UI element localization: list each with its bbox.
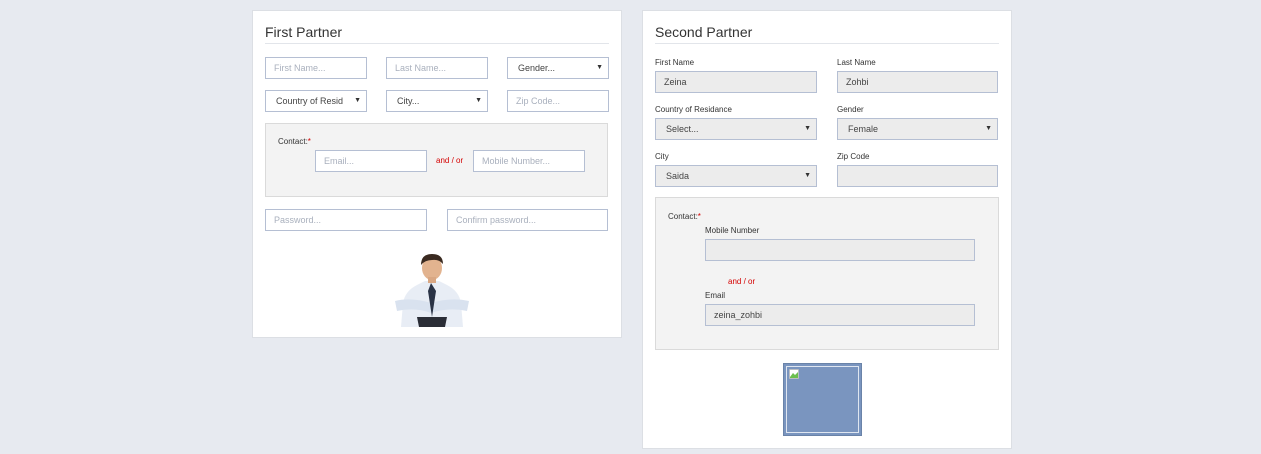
zip-code-input[interactable]: Zip Code... — [507, 90, 609, 112]
email-input[interactable]: Email... — [315, 150, 427, 172]
city-select[interactable]: City... ▼ — [386, 90, 488, 112]
chevron-down-icon: ▼ — [354, 97, 361, 104]
required-mark: * — [697, 212, 701, 221]
gender-select[interactable]: Gender... ▼ — [507, 57, 609, 79]
mobile-number-input[interactable]: Mobile Number... — [473, 150, 585, 172]
chevron-down-icon: ▼ — [475, 97, 482, 104]
gender-select-value: Gender... — [518, 63, 556, 73]
required-mark: * — [307, 137, 311, 146]
mobile-number-label: Mobile Number — [705, 226, 760, 235]
chevron-down-icon: ▼ — [804, 125, 811, 132]
zip-code-label: Zip Code — [837, 152, 870, 161]
title-divider — [655, 43, 999, 44]
city-select-value: Saida — [666, 171, 690, 181]
confirm-password-input[interactable]: Confirm password... — [447, 209, 608, 231]
title-divider — [265, 43, 609, 44]
first-name-input[interactable]: Zeina — [655, 71, 817, 93]
gender-label: Gender — [837, 105, 864, 114]
last-name-label: Last Name — [837, 58, 876, 67]
city-label: City — [655, 152, 669, 161]
chevron-down-icon: ▼ — [804, 172, 811, 179]
contact-box: Contact:* Mobile Number and / or Email z… — [655, 197, 999, 350]
chevron-down-icon: ▼ — [985, 125, 992, 132]
zip-code-input[interactable] — [837, 165, 998, 187]
second-partner-title: Second Partner — [655, 24, 753, 40]
and-or-text: and / or — [436, 156, 464, 165]
partner-avatar-image — [395, 254, 469, 327]
contact-label-text: Contact: — [278, 137, 308, 146]
first-name-label: First Name — [655, 58, 695, 67]
first-partner-panel: First Partner First Name... Last Name...… — [252, 10, 622, 338]
password-input[interactable]: Password... — [265, 209, 427, 231]
contact-label-text: Contact: — [668, 212, 698, 221]
country-select[interactable]: Select... ▼ — [655, 118, 817, 140]
first-name-input[interactable]: First Name... — [265, 57, 367, 79]
country-select-value: Country of Resid — [276, 96, 344, 106]
second-partner-panel: Second Partner First Name Zeina Last Nam… — [642, 10, 1012, 449]
first-partner-title: First Partner — [265, 24, 343, 40]
city-select-value: City... — [397, 96, 420, 106]
last-name-input[interactable]: Zohbi — [837, 71, 998, 93]
contact-label: Contact:* — [278, 137, 311, 146]
last-name-input[interactable]: Last Name... — [386, 57, 488, 79]
broken-image-icon — [789, 369, 799, 379]
email-input[interactable]: zeina_zohbi — [705, 304, 975, 326]
email-label: Email — [705, 291, 726, 300]
city-select[interactable]: Saida ▼ — [655, 165, 817, 187]
country-select-value: Select... — [666, 124, 699, 134]
country-label: Country of Residance — [655, 105, 732, 114]
and-or-text: and / or — [728, 277, 756, 286]
contact-box: Contact:* Email... and / or Mobile Numbe… — [265, 123, 608, 197]
gender-select-value: Female — [848, 124, 879, 134]
chevron-down-icon: ▼ — [596, 64, 603, 71]
partner-photo-placeholder — [783, 363, 862, 436]
contact-label: Contact:* — [668, 212, 701, 221]
mobile-number-input[interactable] — [705, 239, 975, 261]
gender-select[interactable]: Female ▼ — [837, 118, 998, 140]
country-select[interactable]: Country of Resid ▼ — [265, 90, 367, 112]
